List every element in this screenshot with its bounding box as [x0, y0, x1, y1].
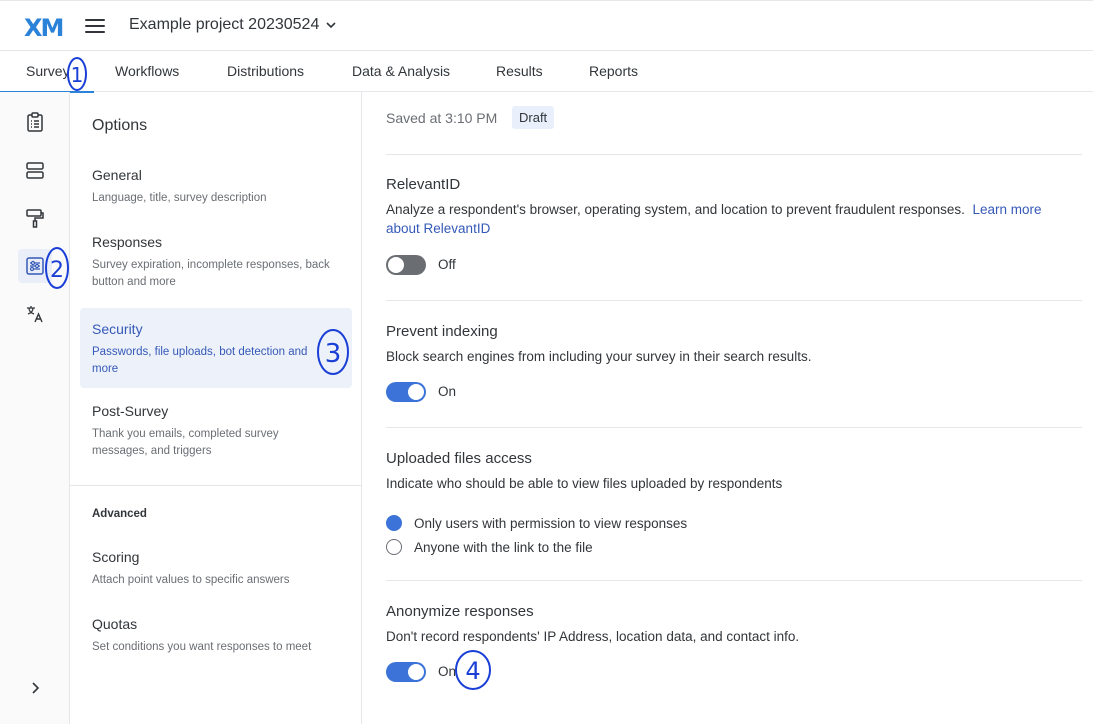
- draft-badge: Draft: [512, 106, 555, 129]
- annotation-4: 4: [455, 650, 491, 690]
- translate-icon[interactable]: [18, 297, 52, 331]
- chevron-down-icon: [326, 22, 336, 29]
- nav-item-desc: Set conditions you want responses to mee…: [92, 641, 312, 653]
- nav-divider: [70, 485, 361, 486]
- nav-item-general[interactable]: General Language, title, survey descript…: [80, 166, 352, 216]
- toggle-knob: [408, 664, 424, 680]
- prevent-indexing-toggle-label: On: [438, 384, 457, 399]
- nav-item-title: Security: [92, 321, 143, 337]
- annotation-number: 3: [325, 339, 342, 369]
- tab-workflows[interactable]: Workflows: [115, 63, 179, 79]
- anonymize-toggle[interactable]: [386, 662, 426, 682]
- nav-item-title: Responses: [92, 234, 163, 250]
- radio-option-permission[interactable]: Only users with permission to view respo…: [386, 515, 687, 531]
- chevron-right-icon[interactable]: [18, 671, 52, 705]
- relevantid-title: RelevantID: [386, 176, 461, 193]
- annotation-number: 4: [465, 657, 480, 685]
- relevantid-toggle-label: Off: [438, 257, 456, 272]
- prevent-indexing-toggle[interactable]: [386, 382, 426, 402]
- nav-item-desc: Passwords, file uploads, bot detection a…: [92, 346, 308, 375]
- blocks-icon[interactable]: [18, 153, 52, 187]
- radio-option-anyone-with-link[interactable]: Anyone with the link to the file: [386, 539, 593, 555]
- uploaded-files-desc: Indicate who should be able to view file…: [386, 476, 783, 491]
- annotation-number: 2: [50, 258, 64, 283]
- options-title: Options: [92, 117, 148, 134]
- prevent-indexing-title: Prevent indexing: [386, 323, 498, 340]
- nav-item-title: General: [92, 167, 142, 183]
- advanced-label: Advanced: [92, 508, 147, 520]
- radio-label: Only users with permission to view respo…: [414, 515, 688, 531]
- tab-results[interactable]: Results: [496, 63, 543, 79]
- top-bar: XM Example project 20230524: [0, 0, 1093, 51]
- annotation-1: 1: [67, 57, 87, 91]
- radio-button[interactable]: [386, 515, 402, 531]
- project-name: Example project 20230524: [129, 16, 320, 33]
- tab-distributions[interactable]: Distributions: [227, 63, 304, 79]
- nav-item-responses[interactable]: Responses Survey expiration, incomplete …: [80, 233, 352, 295]
- nav-item-desc: Survey expiration, incomplete responses,…: [92, 259, 330, 288]
- relevantid-desc: Analyze a respondent's browser, operatin…: [386, 202, 1042, 236]
- xm-logo[interactable]: XM: [24, 14, 64, 42]
- options-nav: Options General Language, title, survey …: [70, 92, 362, 724]
- paint-roller-icon[interactable]: [18, 201, 52, 235]
- annotation-number: 1: [71, 63, 84, 87]
- nav-item-title: Scoring: [92, 549, 140, 565]
- divider: [386, 427, 1082, 428]
- prevent-indexing-desc: Block search engines from including your…: [386, 349, 812, 364]
- tab-data-analysis[interactable]: Data & Analysis: [352, 63, 450, 79]
- tab-reports[interactable]: Reports: [589, 63, 638, 79]
- annotation-2: 2: [45, 247, 69, 289]
- nav-item-scoring[interactable]: Scoring Attach point values to specific …: [80, 548, 352, 598]
- main-tabs: Survey Workflows Distributions Data & An…: [0, 51, 1093, 93]
- toggle-knob: [388, 257, 404, 273]
- saved-status: Saved at 3:10 PM: [386, 110, 498, 126]
- uploaded-files-title: Uploaded files access: [386, 450, 532, 467]
- toggle-knob: [408, 384, 424, 400]
- left-rail: [0, 92, 70, 724]
- nav-item-quotas[interactable]: Quotas Set conditions you want responses…: [80, 615, 352, 665]
- divider: [386, 300, 1082, 301]
- security-settings-panel: Saved at 3:10 PM Draft RelevantID Analyz…: [362, 92, 1093, 724]
- hamburger-menu-icon[interactable]: [85, 18, 105, 34]
- project-selector[interactable]: Example project 20230524: [129, 16, 337, 34]
- nav-item-title: Post-Survey: [92, 403, 169, 419]
- nav-item-post-survey[interactable]: Post-Survey Thank you emails, completed …: [80, 402, 352, 464]
- radio-button[interactable]: [386, 539, 402, 555]
- anonymize-title: Anonymize responses: [386, 603, 534, 620]
- survey-clipboard-icon[interactable]: [18, 105, 52, 139]
- nav-item-desc: Thank you emails, completed survey messa…: [92, 428, 279, 457]
- relevantid-toggle[interactable]: [386, 255, 426, 275]
- annotation-3: 3: [317, 329, 349, 375]
- anonymize-desc: Don't record respondents' IP Address, lo…: [386, 629, 800, 644]
- divider: [386, 580, 1082, 581]
- nav-item-security[interactable]: Security Passwords, file uploads, bot de…: [80, 308, 352, 388]
- nav-item-title: Quotas: [92, 616, 138, 632]
- nav-item-desc: Language, title, survey description: [92, 192, 267, 204]
- divider: [386, 154, 1082, 155]
- nav-item-desc: Attach point values to specific answers: [92, 574, 290, 586]
- radio-label: Anyone with the link to the file: [414, 539, 593, 555]
